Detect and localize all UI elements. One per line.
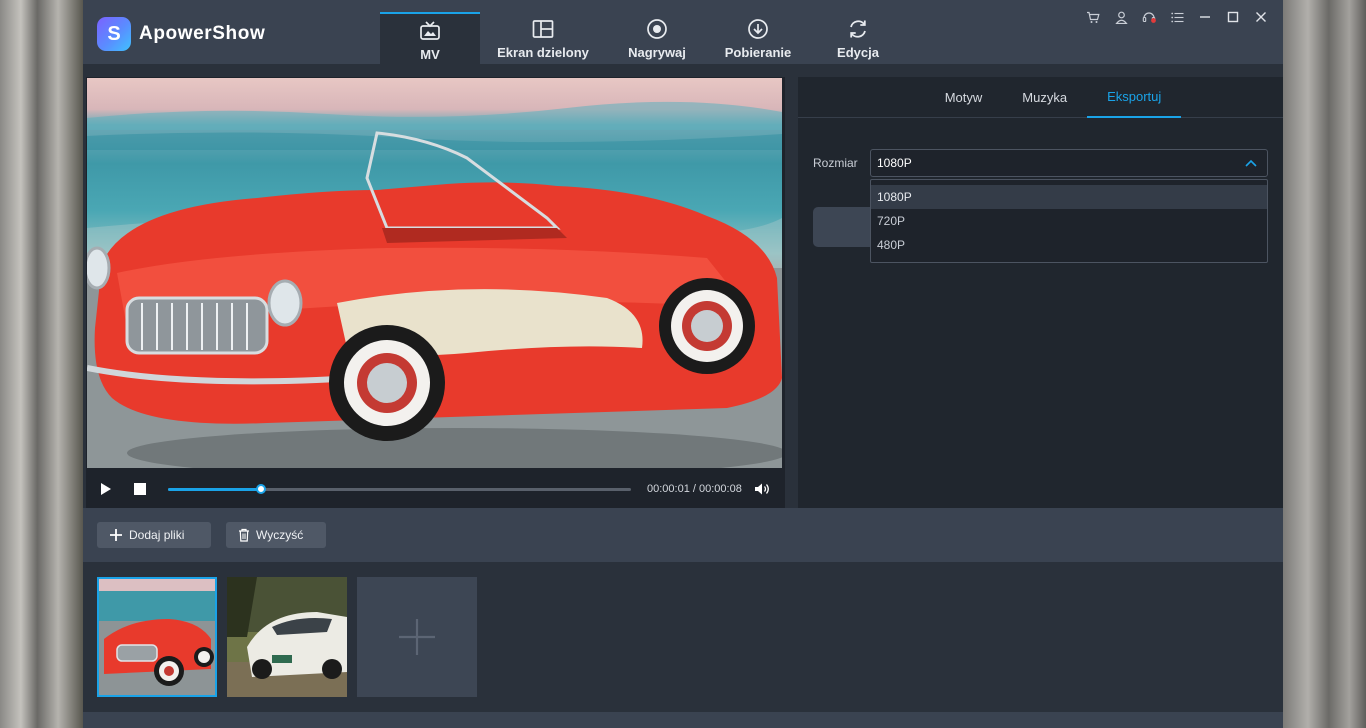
nav-record-label: Nagrywaj: [628, 45, 686, 60]
chevron-up-icon: [1245, 156, 1257, 170]
app-logo: S ApowerShow: [97, 17, 265, 51]
size-label: Rozmiar: [813, 156, 858, 170]
user-icon[interactable]: [1107, 6, 1135, 28]
close-icon[interactable]: [1247, 6, 1275, 28]
nav-record[interactable]: Nagrywaj: [606, 12, 708, 64]
status-strip: [83, 712, 1283, 728]
volume-button[interactable]: [754, 482, 770, 496]
main-nav: MV Ekran dzielony Nagrywaj Pobieranie Ed…: [380, 12, 908, 64]
time-display: 00:00:01 / 00:00:08: [647, 483, 742, 495]
volume-icon: [754, 483, 769, 495]
app-window: S ApowerShow MV Ekran dzielony Nagrywaj …: [83, 0, 1283, 728]
video-preview: 00:00:01 / 00:00:08: [86, 77, 785, 508]
window-controls: [1079, 6, 1275, 28]
play-icon: [101, 483, 111, 495]
nav-split-screen[interactable]: Ekran dzielony: [480, 12, 606, 64]
record-icon: [646, 18, 668, 40]
panel-tabs: Motyw Muzyka Eksportuj: [798, 77, 1283, 118]
add-media-slot[interactable]: [357, 577, 477, 697]
app-name: ApowerShow: [139, 23, 266, 44]
clear-label: Wyczyść: [256, 528, 304, 542]
plus-icon: [110, 529, 122, 541]
size-dropdown: 1080P 720P 480P: [870, 179, 1268, 263]
maximize-icon[interactable]: [1219, 6, 1247, 28]
refresh-icon: [847, 18, 869, 40]
stop-button[interactable]: [130, 479, 150, 499]
media-thumbnail[interactable]: [97, 577, 217, 697]
size-select[interactable]: 1080P: [870, 149, 1268, 177]
nav-mv[interactable]: MV: [380, 12, 480, 64]
logo-icon: S: [97, 17, 131, 51]
media-toolbar: Dodaj pliki Wyczyść: [83, 508, 1283, 562]
stop-icon: [134, 483, 146, 495]
preview-image: [87, 78, 782, 468]
add-files-button[interactable]: Dodaj pliki: [97, 522, 211, 548]
tv-icon: [419, 20, 441, 42]
size-option-480p[interactable]: 480P: [871, 233, 1267, 257]
media-thumbnail[interactable]: [227, 577, 347, 697]
header: S ApowerShow MV Ekran dzielony Nagrywaj …: [83, 0, 1283, 64]
nav-download[interactable]: Pobieranie: [708, 12, 808, 64]
progress-fill: [168, 487, 261, 491]
clear-button[interactable]: Wyczyść: [226, 522, 326, 548]
progress-bar[interactable]: [168, 483, 631, 494]
nav-split-screen-label: Ekran dzielony: [497, 45, 589, 60]
add-files-label: Dodaj pliki: [129, 528, 185, 542]
tab-muzyka[interactable]: Muzyka: [1002, 77, 1087, 118]
play-button[interactable]: [96, 479, 116, 499]
split-screen-icon: [532, 18, 554, 40]
desktop-background-right: [1283, 0, 1366, 728]
progress-knob[interactable]: [255, 483, 266, 494]
nav-edit-label: Edycja: [837, 45, 879, 60]
tab-motyw[interactable]: Motyw: [925, 77, 1003, 118]
player-controls: 00:00:01 / 00:00:08: [86, 470, 785, 508]
tab-eksportuj[interactable]: Eksportuj: [1087, 77, 1182, 118]
minimize-icon[interactable]: [1191, 6, 1219, 28]
download-icon: [747, 18, 769, 40]
desktop-background-left: [0, 0, 83, 728]
plus-icon: [399, 619, 435, 655]
size-select-value: 1080P: [877, 156, 912, 170]
trash-icon: [239, 528, 249, 542]
export-panel: Motyw Muzyka Eksportuj Rozmiar 1080P 108…: [798, 77, 1283, 508]
cart-icon[interactable]: [1079, 6, 1107, 28]
support-icon[interactable]: [1135, 6, 1163, 28]
size-option-1080p[interactable]: 1080P: [871, 185, 1267, 209]
menu-icon[interactable]: [1163, 6, 1191, 28]
nav-edit[interactable]: Edycja: [808, 12, 908, 64]
media-strip: [83, 562, 1283, 712]
nav-mv-label: MV: [420, 47, 440, 62]
nav-download-label: Pobieranie: [724, 45, 792, 60]
size-option-720p[interactable]: 720P: [871, 209, 1267, 233]
